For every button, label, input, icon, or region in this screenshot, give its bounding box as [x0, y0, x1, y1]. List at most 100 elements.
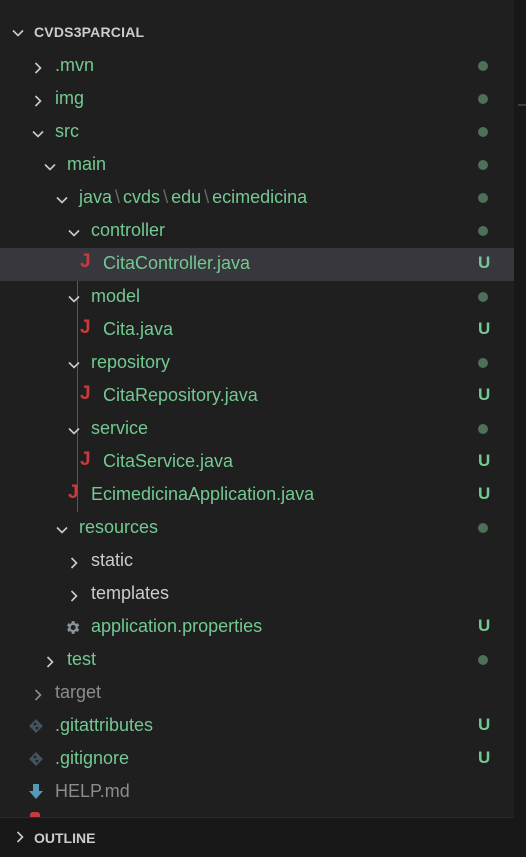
- chevron-right-icon: [34, 689, 42, 701]
- java-icon: J: [80, 383, 91, 404]
- tree-item-java-package[interactable]: java \ cvds \ edu \ ecimedicina: [0, 182, 514, 215]
- tree-item-templates[interactable]: templates: [0, 578, 514, 611]
- tree-item-cita-controller[interactable]: J CitaController.java U: [0, 248, 514, 281]
- chevron-down-icon: [44, 163, 56, 171]
- git-icon: [29, 752, 43, 766]
- tree-item-mvn[interactable]: .mvn: [0, 50, 514, 83]
- tree-item-help-md[interactable]: HELP.md: [0, 776, 514, 809]
- modified-dot: [478, 655, 488, 665]
- tree-item-label: target: [55, 682, 102, 702]
- outline-title: OUTLINE: [34, 830, 96, 846]
- tree-item-label: templates: [91, 583, 170, 603]
- scrollbar-marker: [518, 104, 526, 106]
- tree-item-label: EcimedicinaApplication.java: [91, 484, 315, 504]
- tree-item-label: resources: [79, 517, 159, 537]
- tree-item-label: HELP.md: [55, 781, 130, 801]
- modified-dot: [478, 424, 488, 434]
- chevron-down-icon: [56, 526, 68, 534]
- chevron-down-icon: [68, 361, 80, 369]
- modified-dot: [478, 94, 488, 104]
- tree-item-label: main: [67, 154, 107, 174]
- chevron-down-icon: [56, 196, 68, 204]
- tree-item-label: static: [91, 550, 134, 570]
- chevron-down-icon: [12, 29, 24, 37]
- chevron-right-icon: [70, 557, 78, 569]
- outline-section-header[interactable]: OUTLINE: [0, 817, 514, 857]
- java-icon: J: [80, 251, 91, 272]
- tree-item-ecimedicina-application[interactable]: J EcimedicinaApplication.java U: [0, 479, 514, 512]
- explorer-root-title: CVDS3PARCIAL: [34, 24, 145, 40]
- tree-item-label: CitaService.java: [103, 451, 234, 471]
- tree-item-label: service: [91, 418, 149, 438]
- modified-dot: [478, 226, 488, 236]
- path-segment-edu[interactable]: edu: [171, 187, 201, 207]
- path-segment-java[interactable]: java: [79, 187, 112, 207]
- untracked-badge: U: [478, 319, 491, 338]
- git-icon: [29, 719, 43, 733]
- tree-item-target[interactable]: target: [0, 677, 514, 710]
- file-tree: .mvn img src main java \ cvds \ edu \ ecimedic…: [0, 50, 514, 809]
- tree-item-gitattributes[interactable]: .gitattributes U: [0, 710, 514, 743]
- tree-item-label: repository: [91, 352, 171, 372]
- tree-item-test[interactable]: test: [0, 644, 514, 677]
- download-arrow-icon: [29, 784, 43, 799]
- path-segment-cvds[interactable]: cvds: [123, 187, 160, 207]
- untracked-badge: U: [478, 253, 491, 272]
- tree-item-label: .gitignore: [55, 748, 130, 768]
- vertical-scrollbar-edge[interactable]: [514, 0, 526, 856]
- chevron-down-icon: [68, 295, 80, 303]
- untracked-badge: U: [478, 748, 491, 767]
- tree-item-src[interactable]: src: [0, 116, 514, 149]
- path-separator: \: [163, 187, 169, 207]
- chevron-right-icon: [34, 62, 42, 74]
- tree-item-model[interactable]: model: [0, 281, 514, 314]
- path-separator: \: [115, 187, 121, 207]
- tree-item-label: src: [55, 121, 79, 141]
- gear-icon: [67, 621, 80, 634]
- modified-dot: [478, 292, 488, 302]
- chevron-right-icon: [46, 656, 54, 668]
- explorer-root-header[interactable]: CVDS3PARCIAL: [0, 18, 514, 46]
- tree-item-img[interactable]: img: [0, 83, 514, 116]
- path-separator: \: [204, 187, 210, 207]
- chevron-down-icon: [32, 130, 44, 138]
- modified-dot: [478, 160, 488, 170]
- tree-item-static[interactable]: static: [0, 545, 514, 578]
- tree-item-repository[interactable]: repository: [0, 347, 514, 380]
- untracked-badge: U: [478, 616, 491, 635]
- tree-item-label: img: [55, 88, 85, 108]
- chevron-right-icon: [70, 590, 78, 602]
- tree-item-label: .mvn: [55, 55, 95, 75]
- untracked-badge: U: [478, 385, 491, 404]
- tree-item-main[interactable]: main: [0, 149, 514, 182]
- java-icon: J: [68, 482, 79, 503]
- tree-item-label: application.properties: [91, 616, 263, 636]
- modified-dot: [478, 523, 488, 533]
- tree-item-controller[interactable]: controller: [0, 215, 514, 248]
- tree-item-service[interactable]: service: [0, 413, 514, 446]
- java-icon: J: [80, 449, 91, 470]
- modified-dot: [478, 61, 488, 71]
- tree-item-label: test: [67, 649, 97, 669]
- tree-item-resources[interactable]: resources: [0, 512, 514, 545]
- untracked-badge: U: [478, 484, 491, 503]
- tree-item-gitignore[interactable]: .gitignore U: [0, 743, 514, 776]
- untracked-badge: U: [478, 715, 491, 734]
- tree-item-application-properties[interactable]: application.properties U: [0, 611, 514, 644]
- explorer-pane: CVDS3PARCIAL .mvn img src main java \ cv…: [0, 0, 514, 857]
- tree-item-cita-repository[interactable]: J CitaRepository.java U: [0, 380, 514, 413]
- untracked-badge: U: [478, 451, 491, 470]
- tree-item-cita[interactable]: J Cita.java U: [0, 314, 514, 347]
- chevron-down-icon: [68, 229, 80, 237]
- chevron-down-icon: [68, 427, 80, 435]
- chevron-right-icon: [16, 831, 24, 843]
- path-segment-ecimedicina[interactable]: ecimedicina: [212, 187, 307, 207]
- tree-item-label: CitaRepository.java: [103, 385, 258, 405]
- tree-item-label: java \ cvds \ edu \ ecimedicina: [79, 187, 307, 208]
- modified-dot: [478, 358, 488, 368]
- java-icon: J: [80, 317, 91, 338]
- tree-item-label: Cita.java: [103, 319, 174, 339]
- tree-item-label: controller: [91, 220, 166, 240]
- tree-item-cita-service[interactable]: J CitaService.java U: [0, 446, 514, 479]
- tree-item-label: model: [91, 286, 141, 306]
